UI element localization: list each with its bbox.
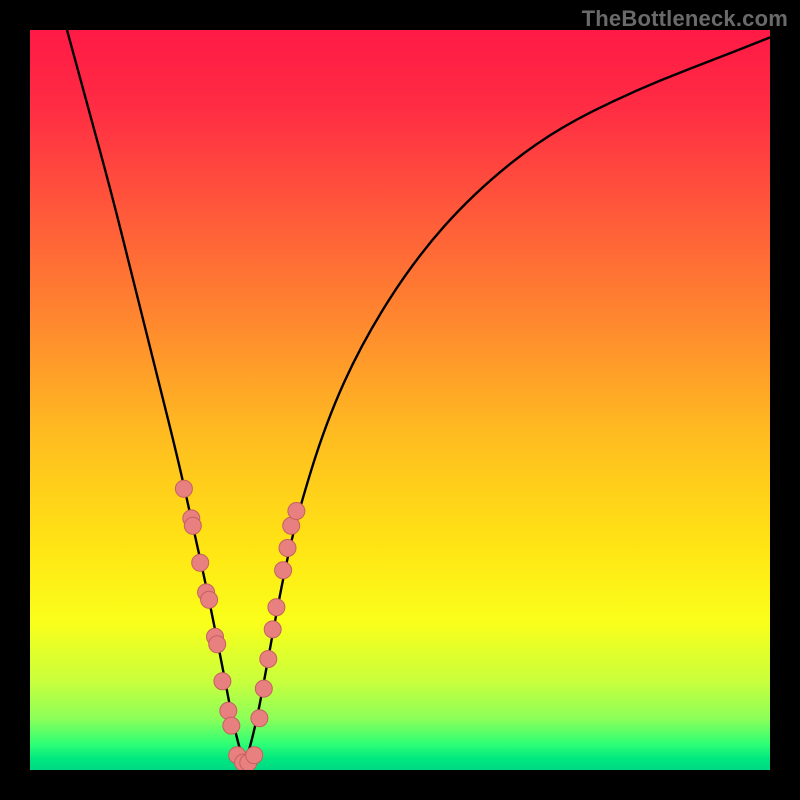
highlight-dot [220, 702, 237, 719]
highlight-dot [288, 503, 305, 520]
highlight-dot [279, 540, 296, 557]
highlight-dot [201, 591, 218, 608]
highlight-dot [192, 554, 209, 571]
highlight-dot [268, 599, 285, 616]
watermark-text: TheBottleneck.com [582, 6, 788, 32]
highlight-dot [214, 673, 231, 690]
highlight-dot [251, 710, 268, 727]
highlight-dot [175, 480, 192, 497]
highlight-dots-group [175, 480, 305, 770]
highlight-dot [223, 717, 240, 734]
highlight-dot [264, 621, 281, 638]
bottleneck-curve [67, 30, 770, 756]
highlight-dot [246, 747, 263, 764]
chart-svg [30, 30, 770, 770]
highlight-dot [255, 680, 272, 697]
highlight-dot [275, 562, 292, 579]
highlight-dot [184, 517, 201, 534]
highlight-dot [260, 651, 277, 668]
outer-frame: TheBottleneck.com [0, 0, 800, 800]
plot-area [30, 30, 770, 770]
highlight-dot [209, 636, 226, 653]
